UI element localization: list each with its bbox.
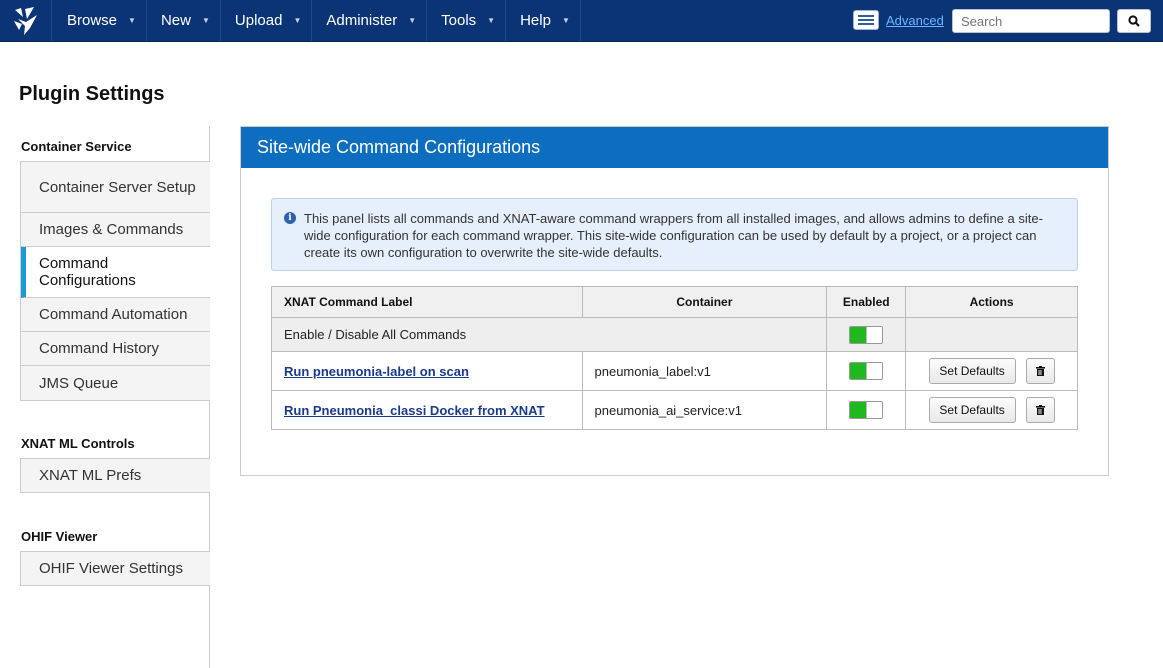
search-button[interactable] [1117,9,1151,33]
menu-tools[interactable]: Tools ▼ [427,0,507,41]
actions-cell: Set Defaults [905,390,1078,430]
command-label-cell: Run pneumonia-label on scan [271,351,583,391]
column-header-actions: Actions [905,286,1078,318]
table-header-row: XNAT Command Label Container Enabled Act… [271,286,1078,318]
sidebar-item-jms-queue[interactable]: JMS Queue [21,366,210,400]
sidebar-item-command-history[interactable]: Command History [21,332,210,366]
chevron-down-icon: ▼ [293,16,302,25]
sidebar-item-label: Container Server Setup [39,178,196,196]
advanced-search-link[interactable]: Advanced [886,13,944,28]
enable-all-label: Enable / Disable All Commands [270,317,828,352]
command-label-cell: Run Pneumonia_classi Docker from XNAT [271,390,583,430]
sidebar-item-command-automation[interactable]: Command Automation [21,298,210,332]
sidebar-item-xnat-ml-prefs[interactable]: XNAT ML Prefs [21,459,210,492]
sidebar-heading-xnat-ml-controls: XNAT ML Controls [21,436,135,451]
sidebar-item-label: Command Automation [39,306,188,323]
sidebar-item-label: XNAT ML Prefs [39,467,142,484]
search-icon [1128,15,1140,27]
panel-title: Site-wide Command Configurations [241,127,1108,168]
column-header-enabled: Enabled [826,286,907,318]
trash-icon [1035,405,1045,415]
menu-upload[interactable]: Upload ▼ [221,0,313,41]
container-cell: pneumonia_ai_service:v1 [581,390,828,430]
info-text: This panel lists all commands and XNAT-a… [304,211,1043,260]
column-header-label: XNAT Command Label [271,286,583,318]
menu-label: Upload [234,12,283,29]
delete-button[interactable] [1025,397,1055,423]
advanced-search: Advanced [853,10,944,30]
sidebar-heading-container-service: Container Service [21,139,132,154]
menu-label: New [160,12,191,29]
info-message: i This panel lists all commands and XNAT… [271,198,1078,271]
enabled-cell [826,351,907,391]
menu-label: Administer [326,12,398,29]
command-link[interactable]: Run pneumonia-label on scan [284,364,469,379]
sidebar-group-ohif: OHIF Viewer Settings [20,551,210,586]
container-cell: pneumonia_label:v1 [581,351,828,391]
command-link[interactable]: Run Pneumonia_classi Docker from XNAT [284,403,545,418]
search-input[interactable] [952,9,1110,33]
enable-all-actions [905,317,1078,352]
top-nav-bar: Browse ▼ New ▼ Upload ▼ Administer ▼ Tools ▼ … [0,0,1163,42]
command-table: XNAT Command Label Container Enabled Act… [270,286,1078,430]
enabled-toggle[interactable] [849,401,884,419]
enabled-cell [826,390,907,430]
menu-browse[interactable]: Browse ▼ [53,0,147,41]
menu-new[interactable]: New ▼ [147,0,221,41]
menu-label: Help [520,12,551,29]
set-defaults-button[interactable]: Set Defaults [928,397,1016,423]
sidebar-group-xnat-ml: XNAT ML Prefs [20,458,210,493]
actions-cell: Set Defaults [905,351,1078,391]
sidebar-item-label: Images & Commands [39,221,184,238]
sidebar: Container Service Container Server Setup… [20,126,210,668]
sidebar-item-label: Command Configurations [39,255,136,289]
trash-icon [1035,366,1045,376]
set-defaults-button[interactable]: Set Defaults [928,358,1016,384]
info-icon: i [284,212,296,224]
column-header-container: Container [581,286,828,318]
enable-all-row: Enable / Disable All Commands [270,317,1078,352]
menu-help[interactable]: Help ▼ [506,0,581,41]
menu-label: Browse [67,12,118,29]
delete-button[interactable] [1025,358,1055,384]
main-menu: Browse ▼ New ▼ Upload ▼ Administer ▼ Tools ▼ … [53,0,581,41]
chevron-down-icon: ▼ [561,16,570,25]
sidebar-item-images-commands[interactable]: Images & Commands [21,213,210,247]
chevron-down-icon: ▼ [408,16,417,25]
xnat-logo-icon[interactable] [0,0,52,41]
menu-administer[interactable]: Administer ▼ [312,0,428,41]
sidebar-item-label: Command History [39,340,160,357]
sidebar-item-label: JMS Queue [39,374,119,392]
enable-all-cell [826,317,907,352]
list-icon[interactable] [853,10,879,30]
sidebar-heading-ohif-viewer: OHIF Viewer [21,529,98,544]
page-title: Plugin Settings [19,83,165,105]
chevron-down-icon: ▼ [201,16,210,25]
enabled-toggle[interactable] [849,362,884,380]
enable-all-toggle[interactable] [849,325,884,344]
chevron-down-icon: ▼ [128,16,136,25]
sidebar-item-ohif-viewer-settings[interactable]: OHIF Viewer Settings [21,552,210,585]
table-row: Run pneumonia-label on scan pneumonia_la… [271,351,1078,391]
menu-label: Tools [441,12,477,29]
table-row: Run Pneumonia_classi Docker from XNAT pn… [271,390,1078,430]
sidebar-group-container-service: Container Server Setup Images & Commands… [20,161,210,401]
sidebar-item-command-configurations[interactable]: Command Configurations [21,247,210,298]
sidebar-item-container-server-setup[interactable]: Container Server Setup [21,162,210,213]
sidebar-item-label: OHIF Viewer Settings [39,560,183,577]
command-config-panel: Site-wide Command Configurations i This … [240,126,1109,476]
chevron-down-icon: ▼ [487,16,496,25]
